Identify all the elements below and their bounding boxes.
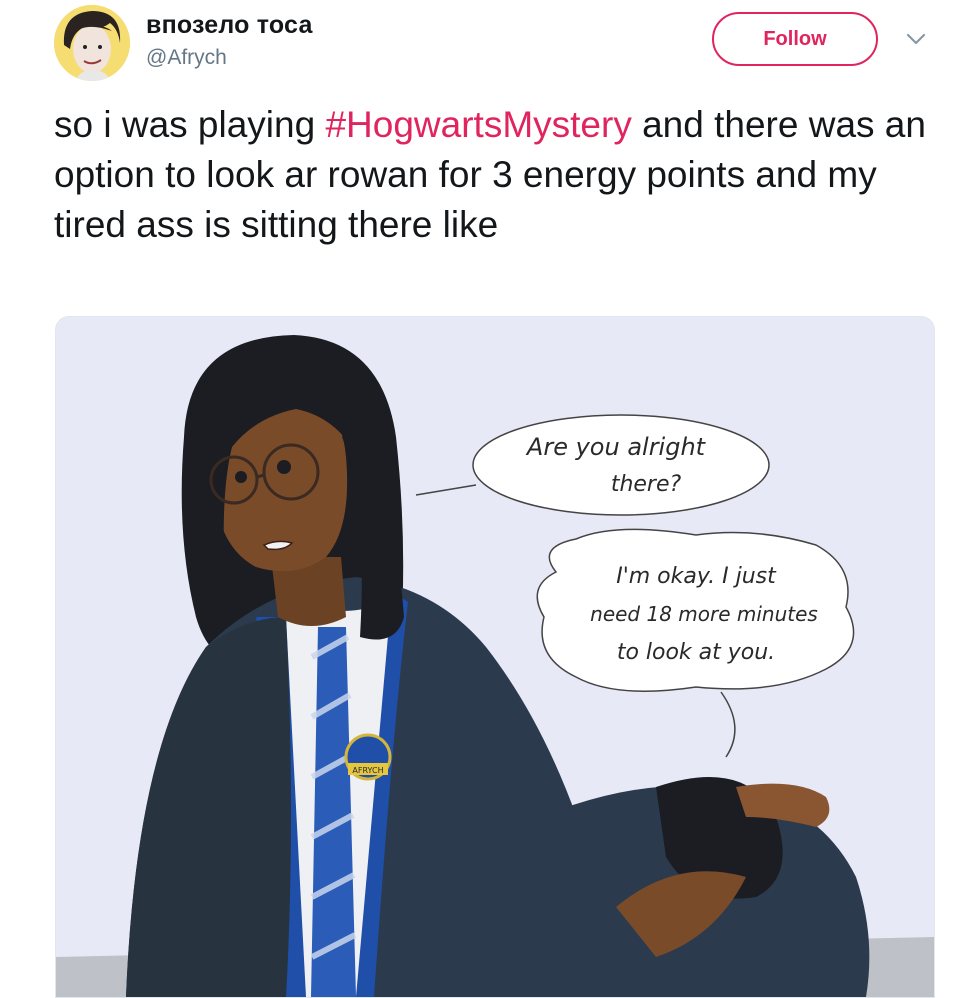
tweet-media-image[interactable]: AFRYCH Are you alright there? I'm okay. … (55, 316, 935, 998)
display-name[interactable]: впозело тоса (146, 11, 313, 40)
follow-button[interactable]: Follow (712, 12, 878, 66)
bubble-2-line-2: need 18 more minutes (590, 602, 818, 626)
badge-text: AFRYCH (352, 766, 383, 775)
avatar-illustration (54, 5, 130, 81)
bubble-2-line-3: to look at you. (617, 640, 775, 665)
bubble-1-line-2: there? (611, 472, 682, 497)
bubble-2-line-1: I'm okay. I just (616, 564, 777, 589)
chevron-down-icon[interactable] (902, 28, 930, 50)
tweet-text: so i was playing #HogwartsMystery and th… (54, 100, 954, 250)
tweet-text-before: so i was playing (54, 104, 326, 145)
user-handle[interactable]: @Afrych (146, 46, 227, 70)
bubble-1-line-1: Are you alright (525, 433, 707, 461)
hashtag-link[interactable]: #HogwartsMystery (325, 104, 631, 145)
illustration: AFRYCH Are you alright there? I'm okay. … (56, 317, 934, 997)
avatar[interactable] (54, 5, 130, 81)
